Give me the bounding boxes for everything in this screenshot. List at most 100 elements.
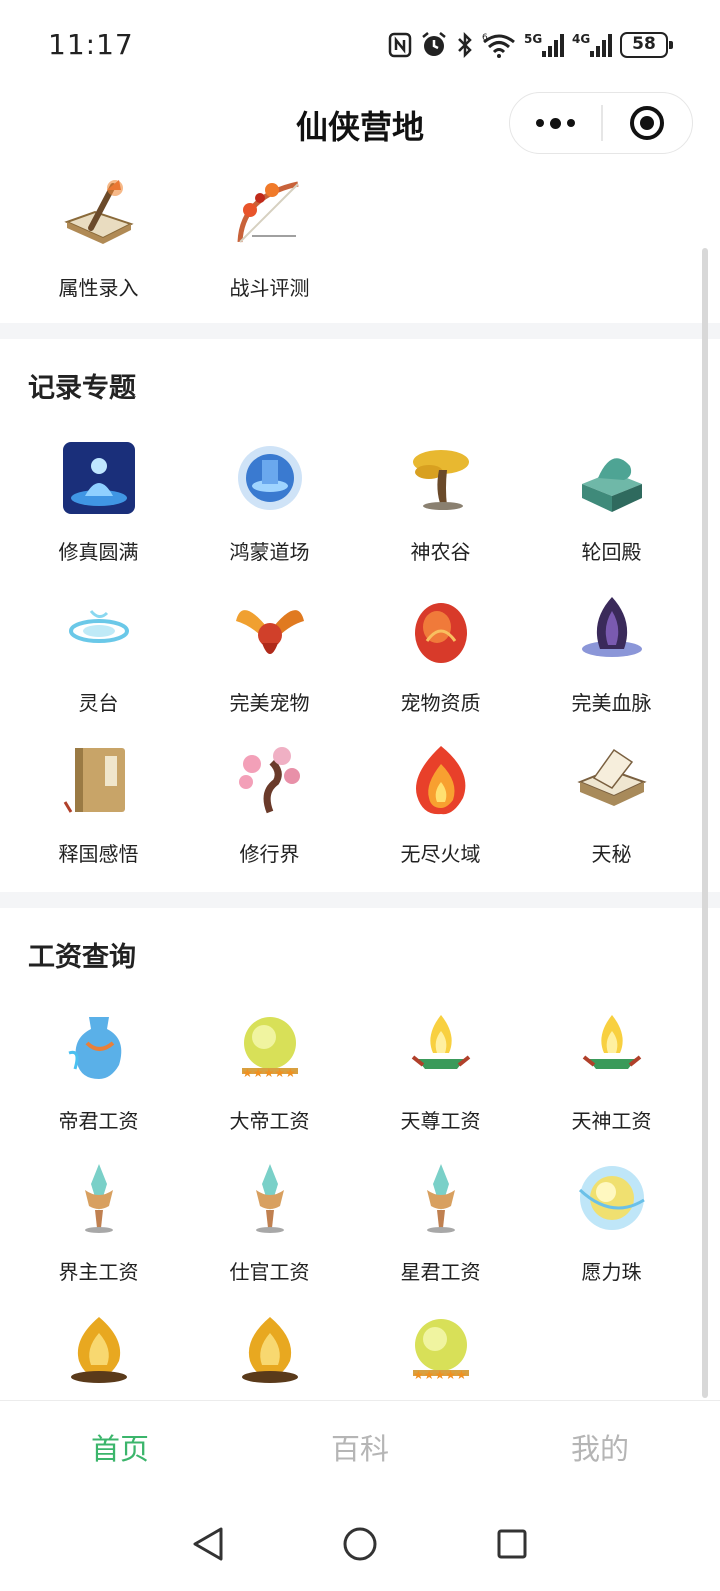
nfc-icon	[388, 30, 412, 60]
star-orb-icon: ★★★★★	[230, 1007, 310, 1087]
record-item[interactable]: 无尽火域	[355, 740, 526, 880]
wish-pearl-icon	[572, 1158, 652, 1238]
salary-label: 界主工资	[58, 1260, 139, 1284]
salary-item[interactable]: ★★★★★ 大帝工资	[184, 1007, 355, 1147]
close-program-button[interactable]	[603, 92, 692, 154]
section-title-records: 记录专题	[28, 373, 136, 404]
record-label: 完美宠物	[229, 691, 310, 715]
section-divider	[0, 323, 720, 339]
tab-encyclopedia[interactable]: 百科	[240, 1401, 480, 1496]
water-swirl-icon	[59, 589, 139, 669]
salary-item[interactable]: 星君工资	[355, 1158, 526, 1298]
alarm-icon	[420, 30, 448, 60]
fire-icon	[401, 740, 481, 820]
record-item[interactable]: 完美宠物	[184, 589, 355, 729]
flame-brazier-icon	[572, 1007, 652, 1087]
star-orb-icon: ★★★★★	[401, 1309, 481, 1389]
battery-icon: 58	[620, 30, 673, 60]
record-item[interactable]: 释国感悟	[13, 740, 184, 880]
recents-button[interactable]	[484, 1516, 540, 1572]
record-item[interactable]: 轮回殿	[526, 438, 697, 578]
target-circle-icon	[630, 106, 665, 140]
record-label: 修行界	[239, 842, 300, 866]
tab-mine[interactable]: 我的	[480, 1401, 720, 1496]
section-divider	[0, 892, 720, 908]
tab-home[interactable]: 首页	[0, 1401, 240, 1496]
salary-label: 仕官工资	[229, 1260, 310, 1284]
record-label: 天秘	[591, 842, 632, 866]
record-label: 宠物资质	[400, 691, 481, 715]
plum-tree-icon	[230, 740, 310, 820]
tool-label: 属性录入	[58, 276, 139, 300]
tab-bar: 首页 百科 我的	[0, 1400, 720, 1496]
record-label: 修真圆满	[58, 540, 139, 564]
salary-item[interactable]	[184, 1309, 355, 1400]
record-item[interactable]: 宠物资质	[355, 589, 526, 729]
mini-program-capsule	[509, 92, 693, 154]
network-5g-label: 5G	[524, 32, 542, 46]
record-label: 无尽火域	[400, 842, 481, 866]
crystal-dagger-icon	[230, 1158, 310, 1238]
main-content[interactable]: 属性录入 战斗评测 记录专题 修真圆满 鸿蒙道场 神农谷 轮回殿 灵台 完美宠物…	[0, 160, 720, 1400]
salary-item[interactable]: ★★★★★	[355, 1309, 526, 1400]
svg-text:★★★★★: ★★★★★	[413, 1368, 467, 1382]
nav-bar: 仙侠营地	[0, 92, 720, 156]
network-4g-label: 4G	[572, 32, 590, 46]
salary-label: 大帝工资	[229, 1109, 310, 1133]
golden-flame-icon	[230, 1309, 310, 1389]
crystal-dagger-icon	[401, 1158, 481, 1238]
scripture-icon	[59, 740, 139, 820]
bow-icon	[230, 174, 310, 254]
salary-item[interactable]: 天尊工资	[355, 1007, 526, 1147]
salary-item[interactable]: 仕官工资	[184, 1158, 355, 1298]
crystal-dagger-icon	[59, 1158, 139, 1238]
tool-item-battle-review[interactable]: 战斗评测	[184, 174, 355, 314]
record-item[interactable]: 天秘	[526, 740, 697, 880]
status-icons: 6 5G 4G 58	[388, 28, 673, 62]
record-item[interactable]: 神农谷	[355, 438, 526, 578]
more-dot-icon	[550, 117, 562, 129]
dragon-egg-icon	[401, 589, 481, 669]
tool-item-attribute-entry[interactable]: 属性录入	[13, 174, 184, 314]
open-book-icon	[572, 740, 652, 820]
salary-item[interactable]	[13, 1309, 184, 1400]
record-item[interactable]: 完美血脉	[526, 589, 697, 729]
flame-brazier-icon	[401, 1007, 481, 1087]
record-label: 灵台	[78, 691, 119, 715]
salary-item[interactable]: 帝君工资	[13, 1007, 184, 1147]
home-circle-icon	[343, 1527, 377, 1560]
more-dot-icon	[536, 119, 545, 127]
record-item[interactable]: 鸿蒙道场	[184, 438, 355, 578]
tool-row: 属性录入 战斗评测	[0, 160, 720, 320]
portal-icon	[230, 438, 310, 518]
record-label: 完美血脉	[571, 691, 652, 715]
golden-flame-icon	[59, 1309, 139, 1389]
bluetooth-icon	[456, 30, 474, 60]
more-menu-button[interactable]	[510, 92, 601, 154]
salary-item[interactable]: 界主工资	[13, 1158, 184, 1298]
record-item[interactable]: 修行界	[184, 740, 355, 880]
salary-item[interactable]: 愿力珠	[526, 1158, 697, 1298]
signal-5g-icon: 5G	[524, 30, 564, 60]
salary-label: 星君工资	[400, 1260, 481, 1284]
wifi-icon: 6	[482, 30, 516, 60]
back-button[interactable]	[180, 1516, 236, 1572]
salary-item[interactable]: 天神工资	[526, 1007, 697, 1147]
salary-label: 天尊工资	[400, 1109, 481, 1133]
record-label: 神农谷	[410, 540, 471, 564]
water-vase-icon	[59, 1007, 139, 1087]
salary-label: 帝君工资	[58, 1109, 139, 1133]
tool-label: 战斗评测	[229, 276, 310, 300]
svg-text:6: 6	[482, 33, 488, 43]
back-triangle-icon	[193, 1527, 223, 1560]
meditation-icon	[59, 438, 139, 518]
scrollbar[interactable]	[702, 248, 708, 1398]
record-item[interactable]: 修真圆满	[13, 438, 184, 578]
record-label: 鸿蒙道场	[229, 540, 310, 564]
section-title-salary: 工资查询	[28, 942, 136, 973]
dark-flame-icon	[572, 589, 652, 669]
salary-label: 天神工资	[571, 1109, 652, 1133]
home-button[interactable]	[332, 1516, 388, 1572]
record-item[interactable]: 灵台	[13, 589, 184, 729]
salary-label: 愿力珠	[581, 1260, 642, 1284]
